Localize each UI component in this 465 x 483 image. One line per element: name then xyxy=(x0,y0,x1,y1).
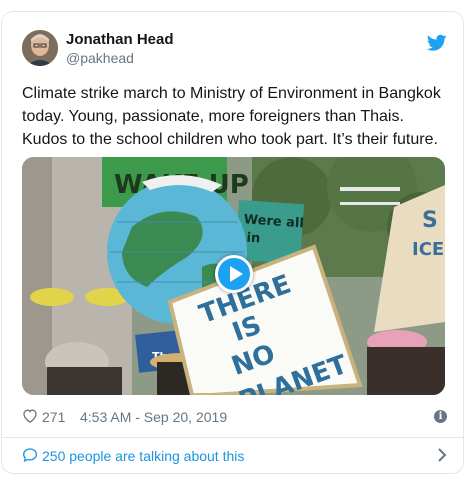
sign-right-line1: S xyxy=(422,208,438,233)
like-count[interactable]: 271 xyxy=(42,409,65,425)
avatar[interactable] xyxy=(22,30,58,66)
heart-icon[interactable] xyxy=(22,408,38,423)
info-icon[interactable]: i xyxy=(434,410,447,423)
timestamp[interactable]: 4:53 AM - Sep 20, 2019 xyxy=(80,409,227,425)
play-icon[interactable] xyxy=(215,255,253,293)
divider xyxy=(2,437,463,438)
tweet-meta: 271 4:53 AM - Sep 20, 2019 i xyxy=(22,407,447,427)
sign-back-line2: in xyxy=(246,230,261,246)
author-block[interactable]: Jonathan Head @pakhead xyxy=(66,31,174,67)
video-thumbnail[interactable]: WAKE UP Were all in The S ICE xyxy=(22,157,445,395)
sign-right-line2: ICE xyxy=(412,239,444,260)
conversation-link[interactable]: 250 people are talking about this xyxy=(22,445,447,467)
tweet-text: Climate strike march to Ministry of Envi… xyxy=(22,85,441,148)
tweet-header: Jonathan Head @pakhead xyxy=(22,30,447,70)
handle[interactable]: @pakhead xyxy=(66,49,174,67)
display-name[interactable]: Jonathan Head xyxy=(66,31,174,49)
chevron-right-icon[interactable] xyxy=(437,448,447,462)
conversation-label[interactable]: 250 people are talking about this xyxy=(42,448,244,464)
twitter-bird-icon[interactable] xyxy=(427,34,447,52)
speech-bubble-icon xyxy=(22,448,38,463)
tweet-card: Jonathan Head @pakhead Climate strike ma… xyxy=(1,11,464,474)
